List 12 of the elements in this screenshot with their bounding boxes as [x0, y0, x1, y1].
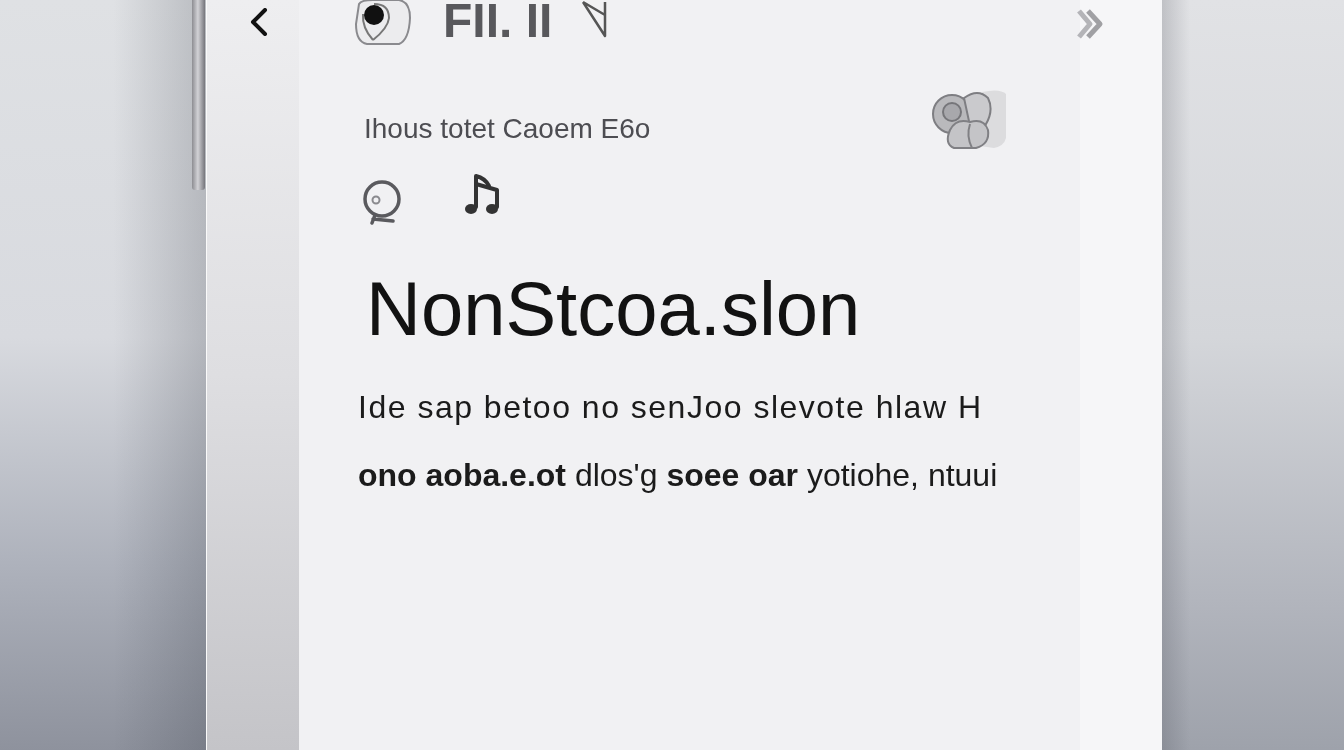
- headline: NonStcoa.slon: [366, 271, 861, 347]
- body-text-line: ono aoba.e.ot dlos'g soee oar yotiohe, ntuui: [358, 456, 998, 495]
- music-note-icon: [463, 172, 501, 216]
- double-chevron-right-icon: [1075, 8, 1105, 40]
- body-text-line: Ide sap betoo no senJoo slevote hlaw H: [358, 388, 983, 427]
- subtitle: Ihous totet Caoem E6o: [364, 114, 651, 144]
- scroll-bar[interactable]: [192, 0, 205, 190]
- speech-bubble-icon: [361, 178, 401, 225]
- chevron-left-icon: [249, 8, 269, 36]
- flower-icon: [930, 88, 1008, 150]
- wedge-icon: [580, 0, 609, 38]
- app-title: FII. II: [443, 0, 553, 44]
